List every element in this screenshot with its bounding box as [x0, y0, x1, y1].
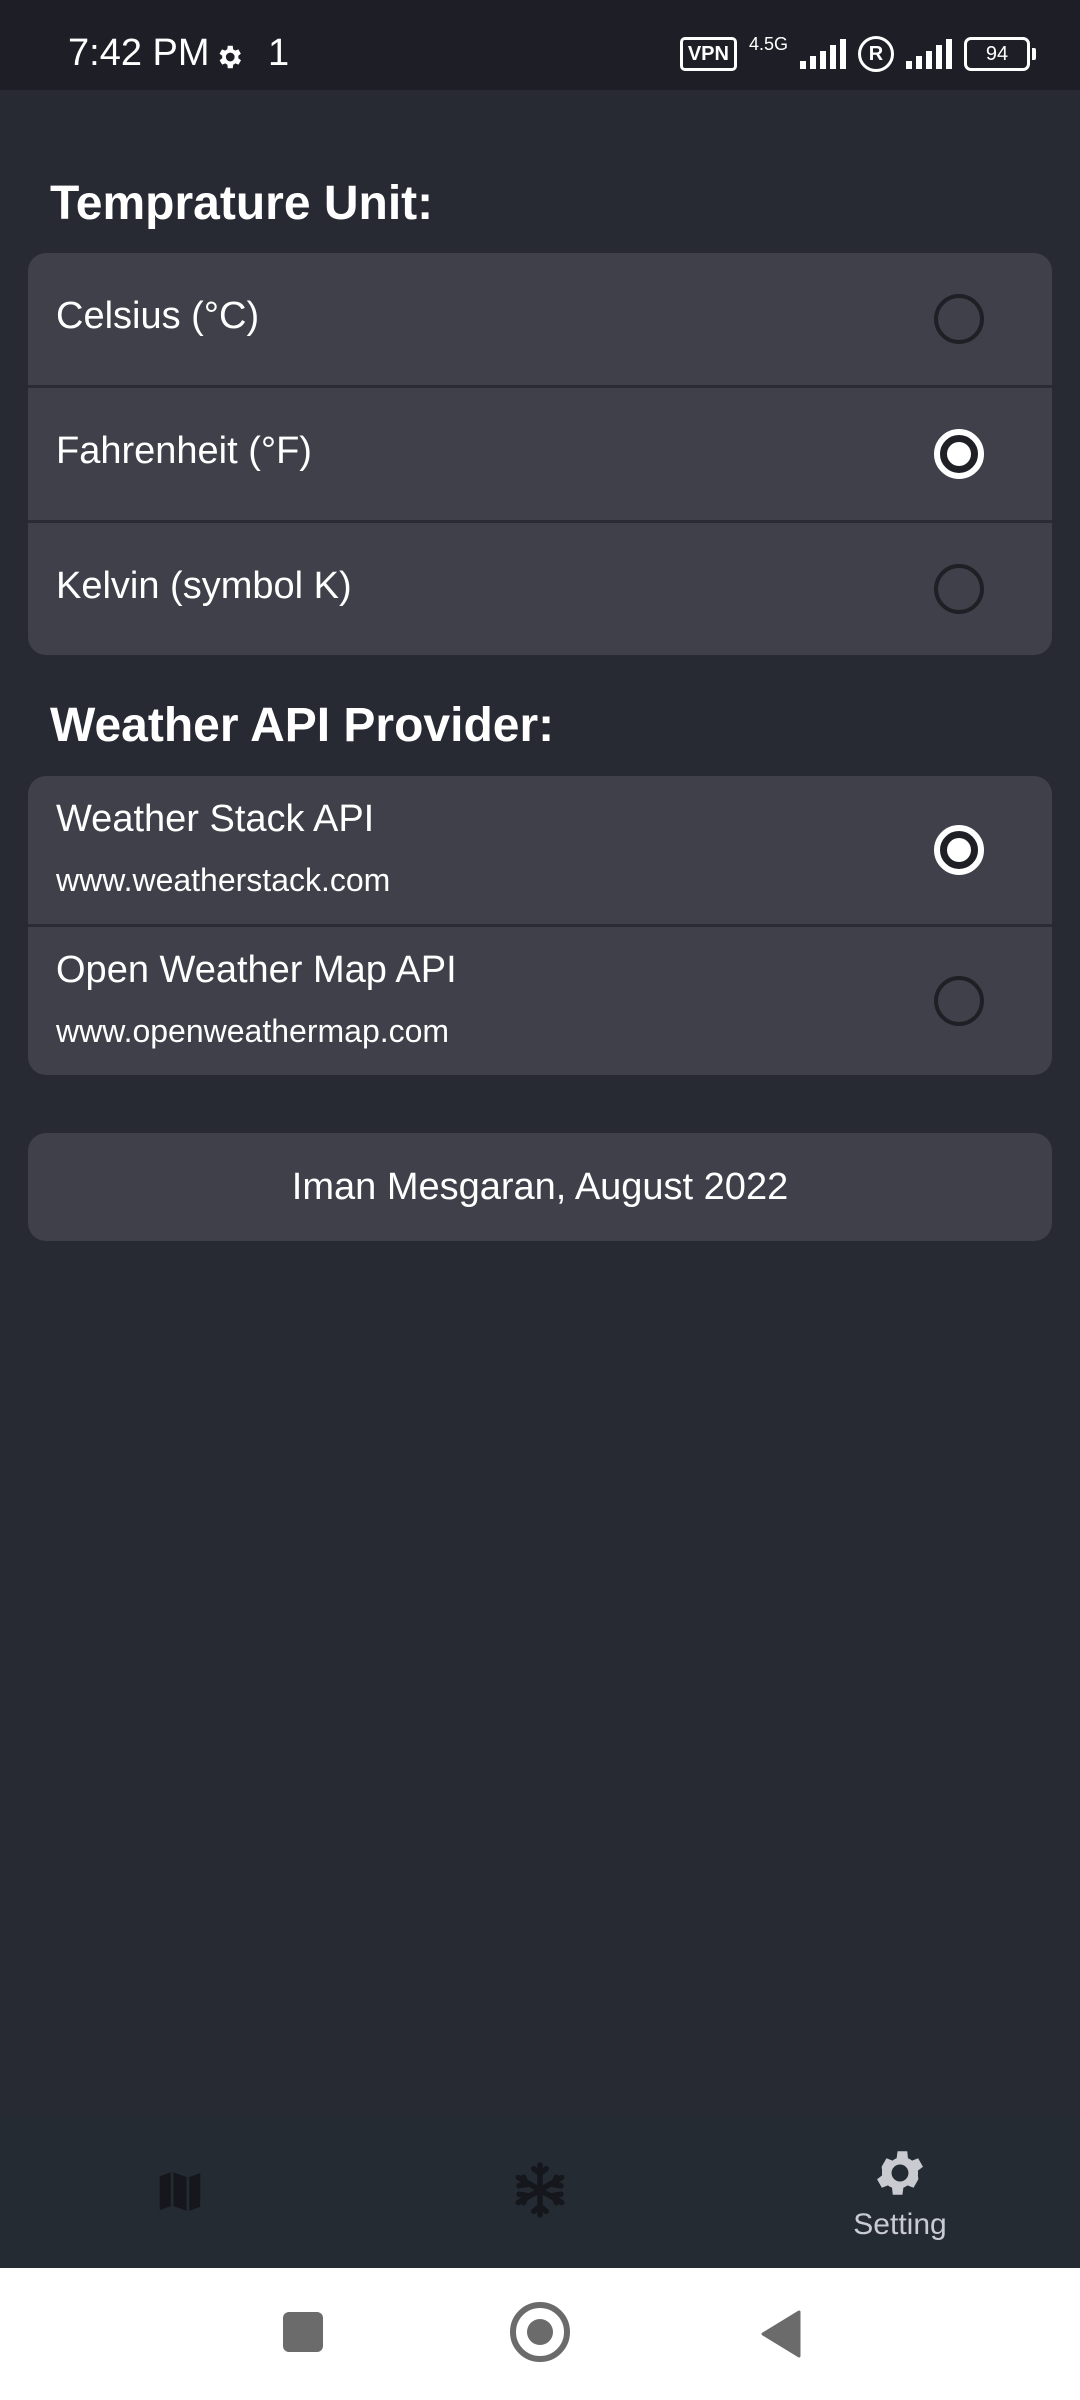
snowflake-icon	[510, 2160, 570, 2225]
api-option-openweathermap[interactable]: Open Weather Map API www.openweathermap.…	[28, 927, 1052, 1075]
back-triangle-icon	[759, 2310, 801, 2363]
nav-weather[interactable]	[360, 2116, 720, 2268]
vpn-badge: VPN	[679, 37, 737, 71]
map-icon	[153, 2164, 207, 2223]
status-time: 7:42 PM	[68, 32, 210, 74]
roaming-icon: R	[858, 36, 894, 72]
bottom-navigation: Setting	[0, 2116, 1080, 2268]
recents-button[interactable]	[243, 2268, 363, 2400]
credit-banner: Iman Mesgaran, August 2022	[28, 1133, 1052, 1241]
status-indicators: VPN 4.5G R 94	[679, 34, 1036, 72]
radio-button-selected[interactable]	[934, 825, 984, 875]
option-label: Celsius (°C)	[56, 295, 260, 337]
temperature-option-celsius[interactable]: Celsius (°C)	[28, 253, 1052, 388]
signal-icon-2	[906, 39, 952, 69]
radio-button[interactable]	[934, 564, 984, 614]
back-button[interactable]	[717, 2268, 837, 2400]
option-label: Open Weather Map API	[56, 949, 457, 991]
recents-square-icon	[283, 2312, 323, 2352]
temperature-option-kelvin[interactable]: Kelvin (symbol K)	[28, 523, 1052, 655]
temperature-unit-card: Celsius (°C) Fahrenheit (°F) Kelvin (sym…	[28, 253, 1052, 655]
status-notification-count: 1	[268, 32, 290, 74]
temperature-option-fahrenheit[interactable]: Fahrenheit (°F)	[28, 388, 1052, 523]
nav-label-setting: Setting	[853, 2208, 947, 2241]
network-type: 4.5G	[748, 34, 788, 54]
radio-button-selected[interactable]	[934, 429, 984, 479]
radio-button[interactable]	[934, 976, 984, 1026]
nav-setting[interactable]: Setting	[720, 2116, 1080, 2268]
option-url: www.weatherstack.com	[56, 862, 391, 898]
gear-icon	[871, 2144, 929, 2207]
option-url: www.openweathermap.com	[56, 1013, 450, 1049]
home-button[interactable]	[480, 2268, 600, 2400]
signal-icon	[800, 39, 846, 69]
api-provider-card: Weather Stack API www.weatherstack.com O…	[28, 776, 1052, 1075]
option-label: Weather Stack API	[56, 798, 375, 840]
radio-button[interactable]	[934, 294, 984, 344]
settings-notification-icon	[214, 42, 244, 77]
system-navigation-bar	[0, 2268, 1080, 2400]
nav-map[interactable]	[0, 2116, 360, 2268]
temperature-unit-title: Temprature Unit:	[50, 177, 434, 230]
home-circle-icon	[510, 2302, 570, 2362]
option-label: Kelvin (symbol K)	[56, 565, 352, 607]
battery-icon: 94	[964, 37, 1036, 71]
status-bar: 7:42 PM 1 VPN 4.5G R 94	[0, 0, 1080, 90]
option-label: Fahrenheit (°F)	[56, 430, 312, 472]
api-option-weatherstack[interactable]: Weather Stack API www.weatherstack.com	[28, 776, 1052, 927]
weather-api-provider-title: Weather API Provider:	[50, 699, 555, 752]
